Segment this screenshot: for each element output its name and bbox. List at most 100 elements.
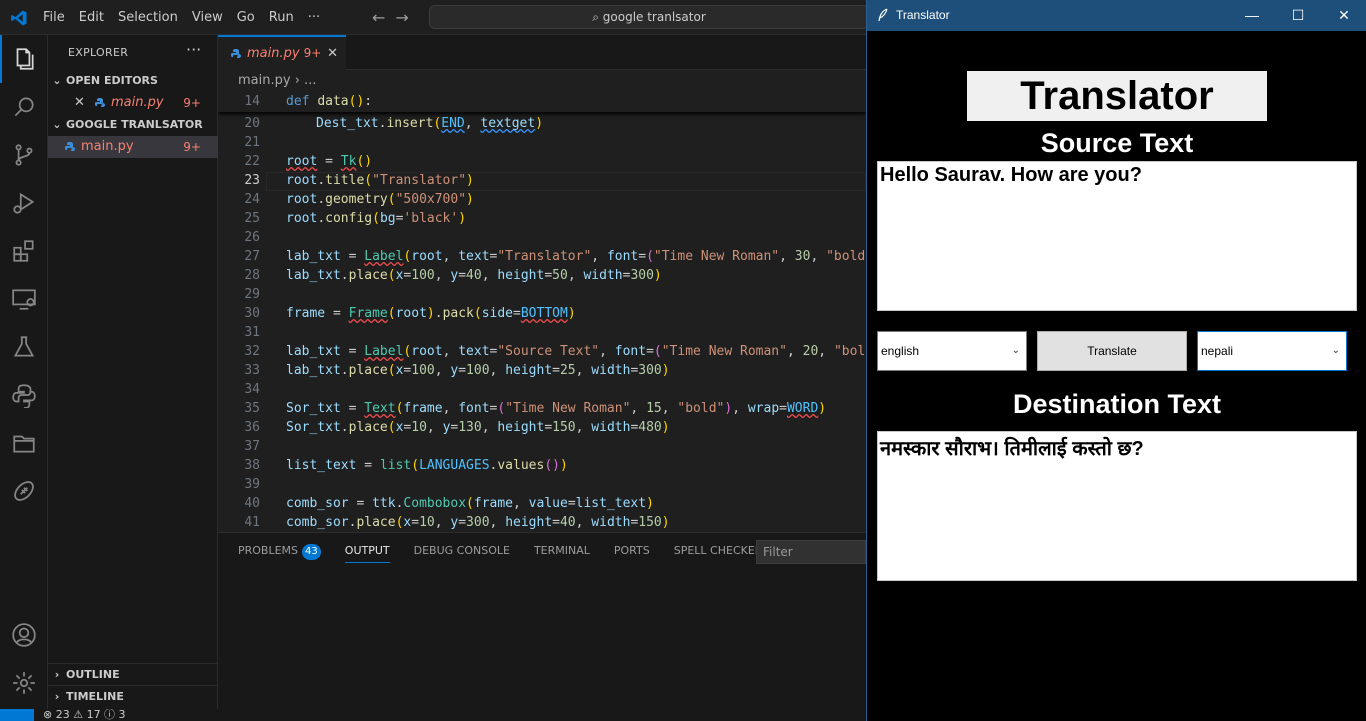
translator-window-title: Translator <box>896 8 950 22</box>
run-debug-icon <box>13 192 35 214</box>
tab-problems[interactable]: PROBLEMS 43 <box>238 533 321 569</box>
code-line: 39 <box>244 477 260 492</box>
open-editor-filename: main.py <box>111 95 164 110</box>
gear-icon <box>13 672 35 694</box>
panel-tabs: PROBLEMS 43 OUTPUT DEBUG CONSOLE TERMINAL… <box>238 533 808 569</box>
menu-file[interactable]: File <box>36 0 72 35</box>
code-line: 25 root.config(bg='black') <box>244 211 467 226</box>
file-tree-item[interactable]: main.py 9+ <box>48 136 218 158</box>
python-activity[interactable] <box>0 371 48 419</box>
destination-language-value: nepali <box>1201 344 1234 358</box>
python-file-icon <box>95 97 105 107</box>
translate-button[interactable]: Translate <box>1037 331 1187 371</box>
manage-activity[interactable] <box>0 659 48 707</box>
menu-edit[interactable]: Edit <box>72 0 111 35</box>
menu-more[interactable]: ··· <box>301 0 327 35</box>
explorer-more-button[interactable]: ··· <box>186 40 201 59</box>
tab-ports[interactable]: PORTS <box>614 533 650 569</box>
chevron-down-icon: ⌄ <box>52 74 62 87</box>
destination-text-area[interactable]: नमस्कार सौराभ। तिमीलाई कस्तो छ? <box>877 431 1357 581</box>
rugby-extension-activity[interactable] <box>0 467 48 515</box>
tab-label: main.py <box>247 46 300 61</box>
folder-icon <box>13 435 35 453</box>
explorer-sidebar: EXPLORER ··· ⌄ OPEN EDITORS ✕ main.py 9+ … <box>48 35 218 709</box>
menu-view[interactable]: View <box>185 0 230 35</box>
output-filter-input[interactable]: Filter <box>756 540 866 564</box>
explorer-title: EXPLORER <box>68 46 129 59</box>
maximize-icon[interactable]: ☐ <box>1275 0 1321 31</box>
back-arrow-icon[interactable]: ← <box>372 8 385 27</box>
chevron-down-icon: ⌄ <box>52 118 62 131</box>
source-text-area[interactable]: Hello Saurav. How are you? <box>877 161 1357 311</box>
code-line: 37 <box>244 439 260 454</box>
code-line: 20 Dest_txt.insert(END, textget) <box>244 116 544 131</box>
destination-language-combobox[interactable]: nepali ⌄ <box>1197 331 1347 371</box>
code-line: 34 <box>244 382 260 397</box>
activity-bar <box>0 35 48 709</box>
testing-activity[interactable] <box>0 323 48 371</box>
explorer-activity[interactable] <box>0 35 48 83</box>
sticky-line: 14 def data(): <box>244 94 373 109</box>
open-editor-item[interactable]: ✕ main.py 9+ <box>48 92 218 114</box>
outline-section[interactable]: › OUTLINE <box>48 663 218 685</box>
tab-debug-console[interactable]: DEBUG CONSOLE <box>414 533 510 569</box>
status-problems[interactable]: ⊗ 23 ⚠ 17 ⓘ 3 <box>43 709 126 721</box>
timeline-section[interactable]: › TIMELINE <box>48 685 218 707</box>
run-debug-activity[interactable] <box>0 179 48 227</box>
source-control-activity[interactable] <box>0 131 48 179</box>
problem-count-badge: 9+ <box>183 96 201 110</box>
search-icon: ⌕ <box>592 10 603 24</box>
menu-selection[interactable]: Selection <box>111 0 185 35</box>
menu-run[interactable]: Run <box>262 0 301 35</box>
chevron-down-icon[interactable]: ⌄ <box>1332 332 1340 370</box>
remote-explorer-activity[interactable] <box>0 275 48 323</box>
folder-section[interactable]: ⌄ GOOGLE TRANLSATOR <box>48 114 218 136</box>
tab-output[interactable]: OUTPUT <box>344 533 390 569</box>
command-center-search[interactable]: ⌕ google tranlsator <box>429 5 869 29</box>
close-icon[interactable]: ✕ <box>1321 0 1366 31</box>
tab-problem-count: 9+ <box>303 46 322 60</box>
chevron-down-icon[interactable]: ⌄ <box>1012 332 1020 370</box>
code-line: 32 lab_txt = Label(root, text="Source Tex… <box>244 344 866 359</box>
breadcrumb[interactable]: main.py › ... <box>218 70 866 92</box>
problems-count-badge: 43 <box>302 544 321 560</box>
python-icon <box>12 384 36 408</box>
code-line: 23 root.title("Translator") <box>244 173 474 188</box>
command-center-label: google tranlsator <box>602 10 706 24</box>
vscode-titlebar: File Edit Selection View Go Run ··· ← → ⌕… <box>0 0 869 35</box>
code-line: 31 <box>244 325 260 340</box>
open-editors-label: OPEN EDITORS <box>66 74 158 87</box>
timeline-label: TIMELINE <box>66 690 124 703</box>
close-tab-icon[interactable]: ✕ <box>327 37 338 70</box>
accounts-activity[interactable] <box>0 611 48 659</box>
code-line: 27 lab_txt = Label(root, text="Translator… <box>244 249 866 264</box>
search-activity[interactable] <box>0 83 48 131</box>
code-line: 41 comb_sor.place(x=10, y=300, height=40,… <box>244 515 670 530</box>
sticky-scroll-header[interactable]: 14 def data(): <box>218 92 866 112</box>
extensions-icon <box>13 240 34 262</box>
bottom-panel: PROBLEMS 43 OUTPUT DEBUG CONSOLE TERMINAL… <box>218 532 866 709</box>
chevron-right-icon: › <box>54 690 60 703</box>
code-line: 35 Sor_txt = Text(frame, font=("Time New … <box>244 401 827 416</box>
forward-arrow-icon[interactable]: → <box>395 8 408 27</box>
menu-go[interactable]: Go <box>230 0 262 35</box>
flask-icon <box>13 336 35 357</box>
source-language-value: english <box>881 344 920 358</box>
extensions-activity[interactable] <box>0 227 48 275</box>
minimize-icon[interactable]: — <box>1229 0 1275 31</box>
code-editor[interactable]: 20 Dest_txt.insert(END, textget) 21 22 roo… <box>218 92 866 532</box>
source-text-label: Source Text <box>1040 128 1194 158</box>
remote-indicator-button[interactable] <box>0 709 34 721</box>
outline-label: OUTLINE <box>66 668 120 681</box>
open-editors-section[interactable]: ⌄ OPEN EDITORS <box>48 70 218 92</box>
code-line: 22 root = Tk() <box>244 154 373 169</box>
folder-label: GOOGLE TRANLSATOR <box>66 118 203 131</box>
code-line: 38 list_text = list(LANGUAGES.values()) <box>244 458 568 473</box>
source-control-icon <box>15 144 33 166</box>
project-manager-activity[interactable] <box>0 419 48 467</box>
tab-terminal[interactable]: TERMINAL <box>534 533 590 569</box>
close-icon[interactable]: ✕ <box>74 92 85 114</box>
tab-main-py[interactable]: main.py 9+ ✕ <box>218 35 346 70</box>
destination-text-label: Destination Text <box>1012 389 1222 419</box>
source-language-combobox[interactable]: english ⌄ <box>877 331 1027 371</box>
